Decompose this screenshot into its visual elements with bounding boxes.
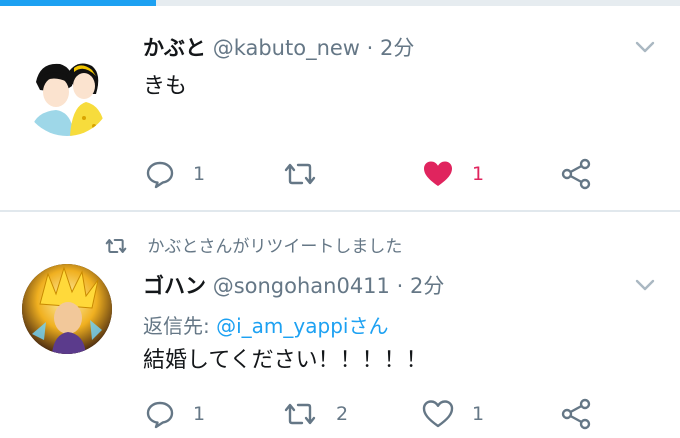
retweet-button[interactable] <box>282 154 336 194</box>
tweet-text: 結婚してください！！！！！ <box>143 348 428 373</box>
reply-count: 1 <box>193 403 206 425</box>
avatar[interactable] <box>22 264 112 354</box>
user-handle[interactable]: @songohan0411 <box>213 274 390 298</box>
tweet-actions: 1 1 <box>0 154 680 194</box>
reply-mention-link[interactable]: @i_am_yappiさん <box>216 314 388 338</box>
separator-dot: · <box>396 274 404 298</box>
like-count: 1 <box>472 403 485 425</box>
heart-outline-icon <box>422 399 454 429</box>
like-button[interactable]: 1 <box>422 154 484 194</box>
timestamp[interactable]: 2分 <box>410 274 444 298</box>
tweet-header: かぶと @kabuto_new · 2分 <box>143 32 414 62</box>
retweet-count: 2 <box>336 403 349 425</box>
reply-label: 返信先: <box>143 314 217 338</box>
retweet-icon <box>282 159 318 189</box>
reply-icon <box>145 159 175 189</box>
separator-dot: · <box>366 36 374 60</box>
heart-filled-icon <box>422 159 454 189</box>
reply-button[interactable]: 1 <box>145 154 205 194</box>
retweet-icon <box>282 399 318 429</box>
retweet-icon <box>104 237 147 257</box>
tweet-header: ゴハン @songohan0411 · 2分 <box>143 270 444 300</box>
timestamp[interactable]: 2分 <box>380 36 414 60</box>
chevron-down-icon[interactable] <box>634 274 656 296</box>
like-button[interactable]: 1 <box>422 394 484 434</box>
tweet[interactable]: かぶとさんがリツイートしました ゴハン @songohan0411 · 2分 返… <box>0 214 680 438</box>
avatar[interactable] <box>22 46 112 136</box>
user-handle[interactable]: @kabuto_new <box>213 36 360 60</box>
reply-icon <box>145 399 175 429</box>
share-button[interactable] <box>560 394 592 434</box>
reply-button[interactable]: 1 <box>145 394 205 434</box>
chevron-down-icon[interactable] <box>634 36 656 58</box>
share-icon <box>560 398 592 430</box>
tweet[interactable]: かぶと @kabuto_new · 2分 きも 1 1 <box>0 6 680 212</box>
like-count: 1 <box>472 163 485 185</box>
retweet-notice-text: かぶとさんがリツイートしました <box>147 237 403 257</box>
reply-count: 1 <box>193 163 206 185</box>
retweet-button[interactable]: 2 <box>282 394 348 434</box>
share-button[interactable] <box>560 154 592 194</box>
tweet-actions: 1 2 1 <box>0 394 680 434</box>
share-icon <box>560 158 592 190</box>
display-name[interactable]: かぶと <box>143 36 206 60</box>
display-name[interactable]: ゴハン <box>143 274 206 298</box>
retweet-notice[interactable]: かぶとさんがリツイートしました <box>104 232 402 257</box>
tweet-text: きも <box>143 74 188 99</box>
reply-context: 返信先: @i_am_yappiさん <box>143 310 388 339</box>
